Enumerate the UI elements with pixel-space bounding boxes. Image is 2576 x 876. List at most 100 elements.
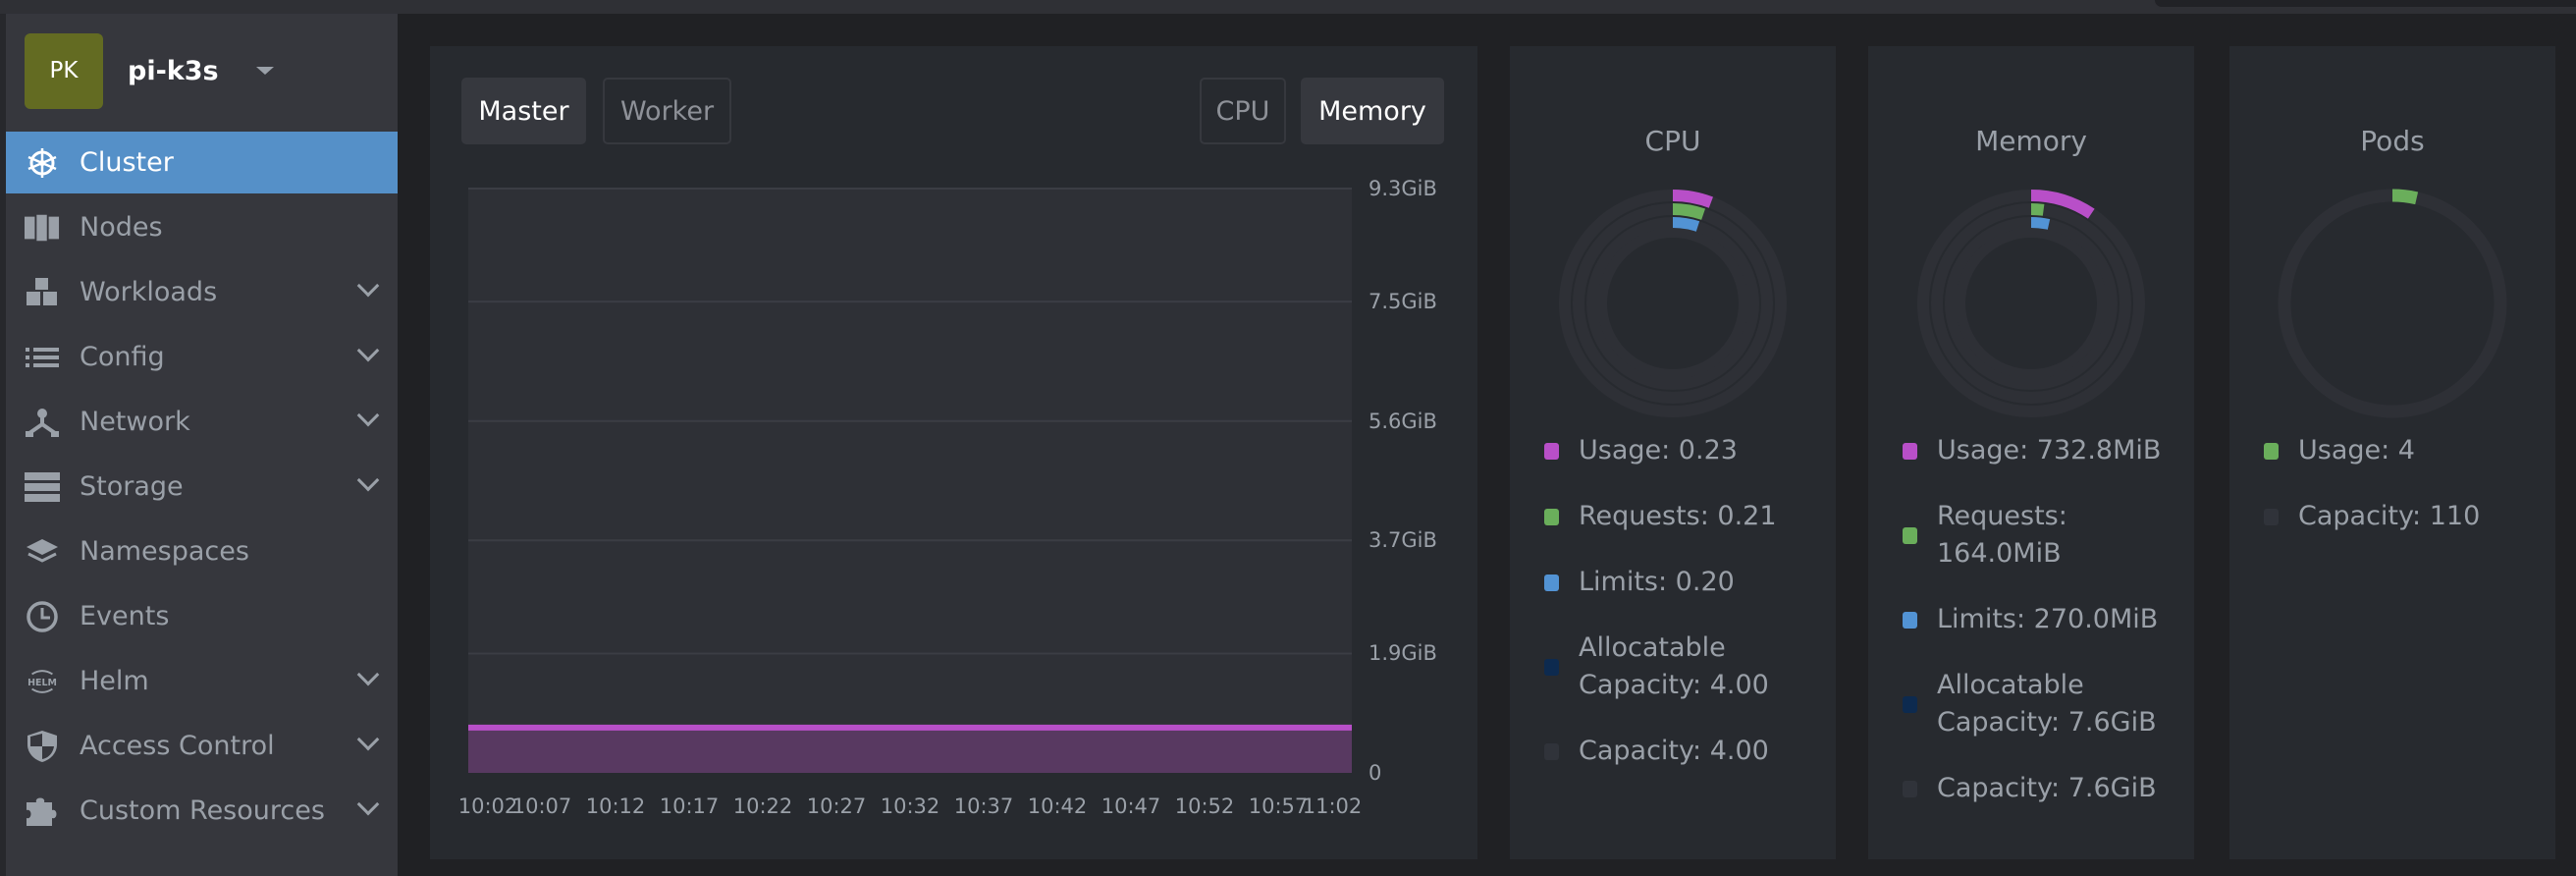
- y-tick-label: 5.6GiB: [1368, 409, 1437, 433]
- legend-label: Limits: 0.20: [1579, 567, 1735, 597]
- sidebar-item-label: Config: [80, 342, 165, 372]
- sidebar-item-label: Helm: [80, 666, 149, 696]
- legend-swatch: [1544, 658, 1559, 676]
- card-title: Pods: [2360, 125, 2425, 157]
- legend-item-allocatable: Allocatable Capacity: 4.00: [1544, 630, 1829, 704]
- layers-icon: [25, 534, 60, 570]
- legend-item-capacity: Capacity: 4.00: [1544, 733, 1829, 770]
- sidebar-item-nodes[interactable]: Nodes: [6, 196, 398, 258]
- legend-swatch: [1903, 780, 1917, 797]
- legend-swatch: [1544, 508, 1559, 525]
- y-tick-label: 0: [1368, 761, 1382, 785]
- svg-text:HELM: HELM: [27, 677, 57, 687]
- card-title: CPU: [1644, 125, 1701, 157]
- sidebar-item-label: Workloads: [80, 277, 218, 307]
- legend-label: Requests: 164.0MiB: [1937, 501, 2067, 569]
- sidebar-item-label: Nodes: [80, 212, 163, 243]
- sidebar-item-helm[interactable]: HELM Helm: [6, 650, 398, 712]
- chevron-down-icon[interactable]: [356, 468, 380, 492]
- sidebar-item-storage[interactable]: Storage: [6, 456, 398, 518]
- legend-item-requests: Requests: 0.21: [1544, 498, 1829, 535]
- legend-label: Limits: 270.0MiB: [1937, 604, 2159, 634]
- legend-label: Allocatable Capacity: 4.00: [1579, 632, 1769, 700]
- sidebar: PK pi-k3s Cluster Nodes Workloads Config Net…: [0, 14, 398, 876]
- legend-swatch: [1903, 611, 1917, 629]
- legend-label: Capacity: 110: [2298, 501, 2481, 531]
- x-tick-label: 10:42: [1027, 794, 1088, 818]
- puzzle-icon: [25, 794, 60, 829]
- sidebar-item-label: Storage: [80, 471, 184, 502]
- sidebar-item-network[interactable]: Network: [6, 391, 398, 453]
- list-icon: [25, 340, 60, 375]
- server-rack-icon: [25, 210, 60, 246]
- legend-label: Usage: 0.23: [1579, 435, 1738, 465]
- legend: Usage: 0.23 Requests: 0.21 Limits: 0.20 All…: [1544, 432, 1829, 798]
- metrics-chart-panel: Master Worker CPU Memory 9.3GiB 7.5GiB 5.6…: [430, 46, 1477, 859]
- ring-track: [2278, 189, 2507, 418]
- legend-item-usage: Usage: 732.8MiB: [1903, 432, 2187, 469]
- x-tick-label: 10:47: [1100, 794, 1161, 818]
- legend-label: Requests: 0.21: [1579, 501, 1777, 531]
- legend-label: Usage: 4: [2298, 435, 2415, 465]
- x-tick-label: 10:12: [585, 794, 646, 818]
- sidebar-nav: Cluster Nodes Workloads Config Network Storag…: [6, 132, 398, 845]
- legend-swatch: [1903, 695, 1917, 713]
- y-tick-label: 3.7GiB: [1368, 528, 1437, 553]
- legend: Usage: 732.8MiB Requests: 164.0MiB Limits:…: [1903, 432, 2187, 836]
- sidebar-item-label: Cluster: [80, 147, 174, 178]
- sidebar-item-workloads[interactable]: Workloads: [6, 261, 398, 323]
- legend-swatch: [1544, 442, 1559, 460]
- chevron-down-icon[interactable]: [356, 663, 380, 686]
- sidebar-item-label: Events: [80, 601, 170, 631]
- storage-icon: [25, 469, 60, 505]
- x-tick-label: 10:37: [953, 794, 1014, 818]
- clock-icon: [25, 599, 60, 634]
- chevron-down-icon[interactable]: [356, 339, 380, 362]
- sidebar-item-label: Custom Resources: [80, 795, 325, 826]
- sidebar-item-config[interactable]: Config: [6, 326, 398, 388]
- memory-donut-chart: [1917, 190, 2145, 417]
- cubes-icon: [25, 275, 60, 310]
- inner-track: [1956, 228, 2107, 379]
- legend: Usage: 4 Capacity: 110: [2264, 432, 2549, 564]
- legend-swatch: [1903, 442, 1917, 460]
- top-bar: [0, 0, 2576, 14]
- x-tick-label: 10:02: [457, 794, 518, 818]
- memory-usage-chart: [468, 188, 1352, 773]
- sidebar-item-namespaces[interactable]: Namespaces: [6, 520, 398, 582]
- legend-item-usage: Usage: 0.23: [1544, 432, 1829, 469]
- legend-item-requests: Requests: 164.0MiB: [1903, 498, 2187, 573]
- ring-track: [1945, 217, 2118, 390]
- legend-swatch: [1544, 742, 1559, 760]
- x-tick-label: 10:27: [806, 794, 867, 818]
- chevron-down-icon[interactable]: [356, 404, 380, 427]
- legend-swatch: [2264, 508, 2279, 525]
- y-tick-label: 1.9GiB: [1368, 641, 1437, 666]
- sidebar-item-events[interactable]: Events: [6, 585, 398, 647]
- legend-item-limits: Limits: 270.0MiB: [1903, 601, 2187, 638]
- sidebar-item-cluster[interactable]: Cluster: [6, 132, 398, 193]
- sidebar-item-label: Network: [80, 407, 190, 437]
- y-tick-label: 7.5GiB: [1368, 290, 1437, 314]
- legend-swatch: [1544, 574, 1559, 591]
- legend-swatch: [1903, 526, 1917, 544]
- memory-card: Memory Usage: 732.8MiB Requests: 164.0MiB L…: [1868, 46, 2194, 859]
- chevron-down-icon[interactable]: [356, 274, 380, 298]
- helm-icon: HELM: [25, 664, 60, 699]
- legend-item-limits: Limits: 0.20: [1544, 564, 1829, 601]
- network-topology-icon: [25, 405, 60, 440]
- caret-down-icon[interactable]: [255, 67, 274, 75]
- cluster-selector[interactable]: PK pi-k3s: [25, 32, 274, 109]
- legend-swatch: [2264, 442, 2279, 460]
- legend-item-allocatable: Allocatable Capacity: 7.6GiB: [1903, 667, 2187, 741]
- chevron-down-icon[interactable]: [356, 728, 380, 751]
- legend-label: Capacity: 7.6GiB: [1937, 773, 2157, 803]
- sidebar-item-custom-resources[interactable]: Custom Resources: [6, 780, 398, 842]
- cpu-donut-chart: [1559, 190, 1787, 417]
- ring-track: [1586, 217, 1759, 390]
- chevron-down-icon[interactable]: [356, 793, 380, 816]
- sidebar-item-access-control[interactable]: Access Control: [6, 715, 398, 777]
- avatar: PK: [25, 32, 103, 109]
- x-tick-label: 10:52: [1174, 794, 1235, 818]
- x-tick-label: 10:22: [732, 794, 793, 818]
